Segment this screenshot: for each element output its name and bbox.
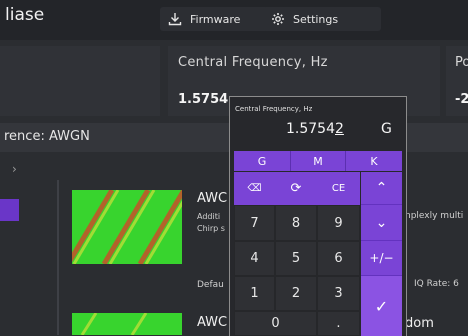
list-item-description-2: Chirp s <box>197 224 225 233</box>
multiplier-m-key[interactable]: M <box>291 151 346 171</box>
digit-4-key[interactable]: 4 <box>234 241 275 276</box>
multiplier-g-key[interactable]: G <box>234 151 291 171</box>
chevron-right-icon[interactable]: › <box>12 162 17 176</box>
central-frequency-value: 1.5754 <box>178 92 229 107</box>
digit-9-key[interactable]: 9 <box>317 205 360 241</box>
plus-minus-key[interactable]: +/− <box>361 241 402 276</box>
list-item-right: dom <box>405 316 434 331</box>
keypad-value[interactable]: 1.57542 <box>286 121 344 137</box>
top-bar: liase Firmware Settings <box>0 0 468 40</box>
keypad-label: Central Frequency, Hz <box>235 105 313 113</box>
list-item-default: Defau <box>197 280 224 290</box>
interference-label: rence: AWGN <box>4 129 90 144</box>
digit-2-key[interactable]: 2 <box>275 276 317 311</box>
clear-entry-key[interactable]: CE <box>317 172 360 205</box>
power-label: Po <box>455 55 468 70</box>
settings-button[interactable]: Settings <box>263 7 381 31</box>
list-item-description-right: nplexly multi <box>405 211 464 221</box>
confirm-check-icon[interactable]: ✓ <box>361 276 402 336</box>
digit-1-key[interactable]: 1 <box>234 276 275 311</box>
firmware-button[interactable]: Firmware <box>160 7 268 31</box>
spectrogram-thumbnail[interactable] <box>72 313 182 335</box>
divider <box>57 180 59 335</box>
decimal-point-key[interactable]: . <box>317 311 360 336</box>
backspace-key[interactable]: ⌫ <box>234 172 275 205</box>
power-card[interactable]: Po -2 <box>446 46 468 116</box>
selected-indicator <box>0 199 19 221</box>
firmware-label: Firmware <box>190 12 241 26</box>
digit-8-key[interactable]: 8 <box>275 205 317 241</box>
chevron-up-icon[interactable]: ⌃ <box>361 172 402 205</box>
central-frequency-label: Central Frequency, Hz <box>178 55 328 70</box>
digit-3-key[interactable]: 3 <box>317 276 360 311</box>
left-card <box>0 46 160 116</box>
power-value: -2 <box>455 92 468 107</box>
chevron-down-icon[interactable]: ⌄ <box>361 205 402 241</box>
list-item-description: Additi <box>197 212 221 221</box>
keypad-unit: G <box>381 121 392 137</box>
list-item-title: AWC <box>197 191 228 206</box>
gear-icon <box>272 13 284 25</box>
digit-5-key[interactable]: 5 <box>275 241 317 276</box>
multiplier-k-key[interactable]: K <box>346 151 402 171</box>
frequency-keypad-popup: Central Frequency, Hz 1.57542 G G M K ⌫ … <box>229 96 407 336</box>
spectrogram-thumbnail[interactable] <box>72 190 182 264</box>
digit-6-key[interactable]: 6 <box>317 241 360 276</box>
download-icon <box>168 13 182 26</box>
digit-0-key[interactable]: 0 <box>234 311 317 336</box>
list-item-title: AWC <box>197 315 228 330</box>
app-title: liase <box>5 5 45 25</box>
settings-label: Settings <box>293 12 339 26</box>
digit-7-key[interactable]: 7 <box>234 205 275 241</box>
reset-key[interactable]: ⟳ <box>275 172 317 205</box>
list-item-iq-rate: IQ Rate: 6 <box>414 279 459 289</box>
